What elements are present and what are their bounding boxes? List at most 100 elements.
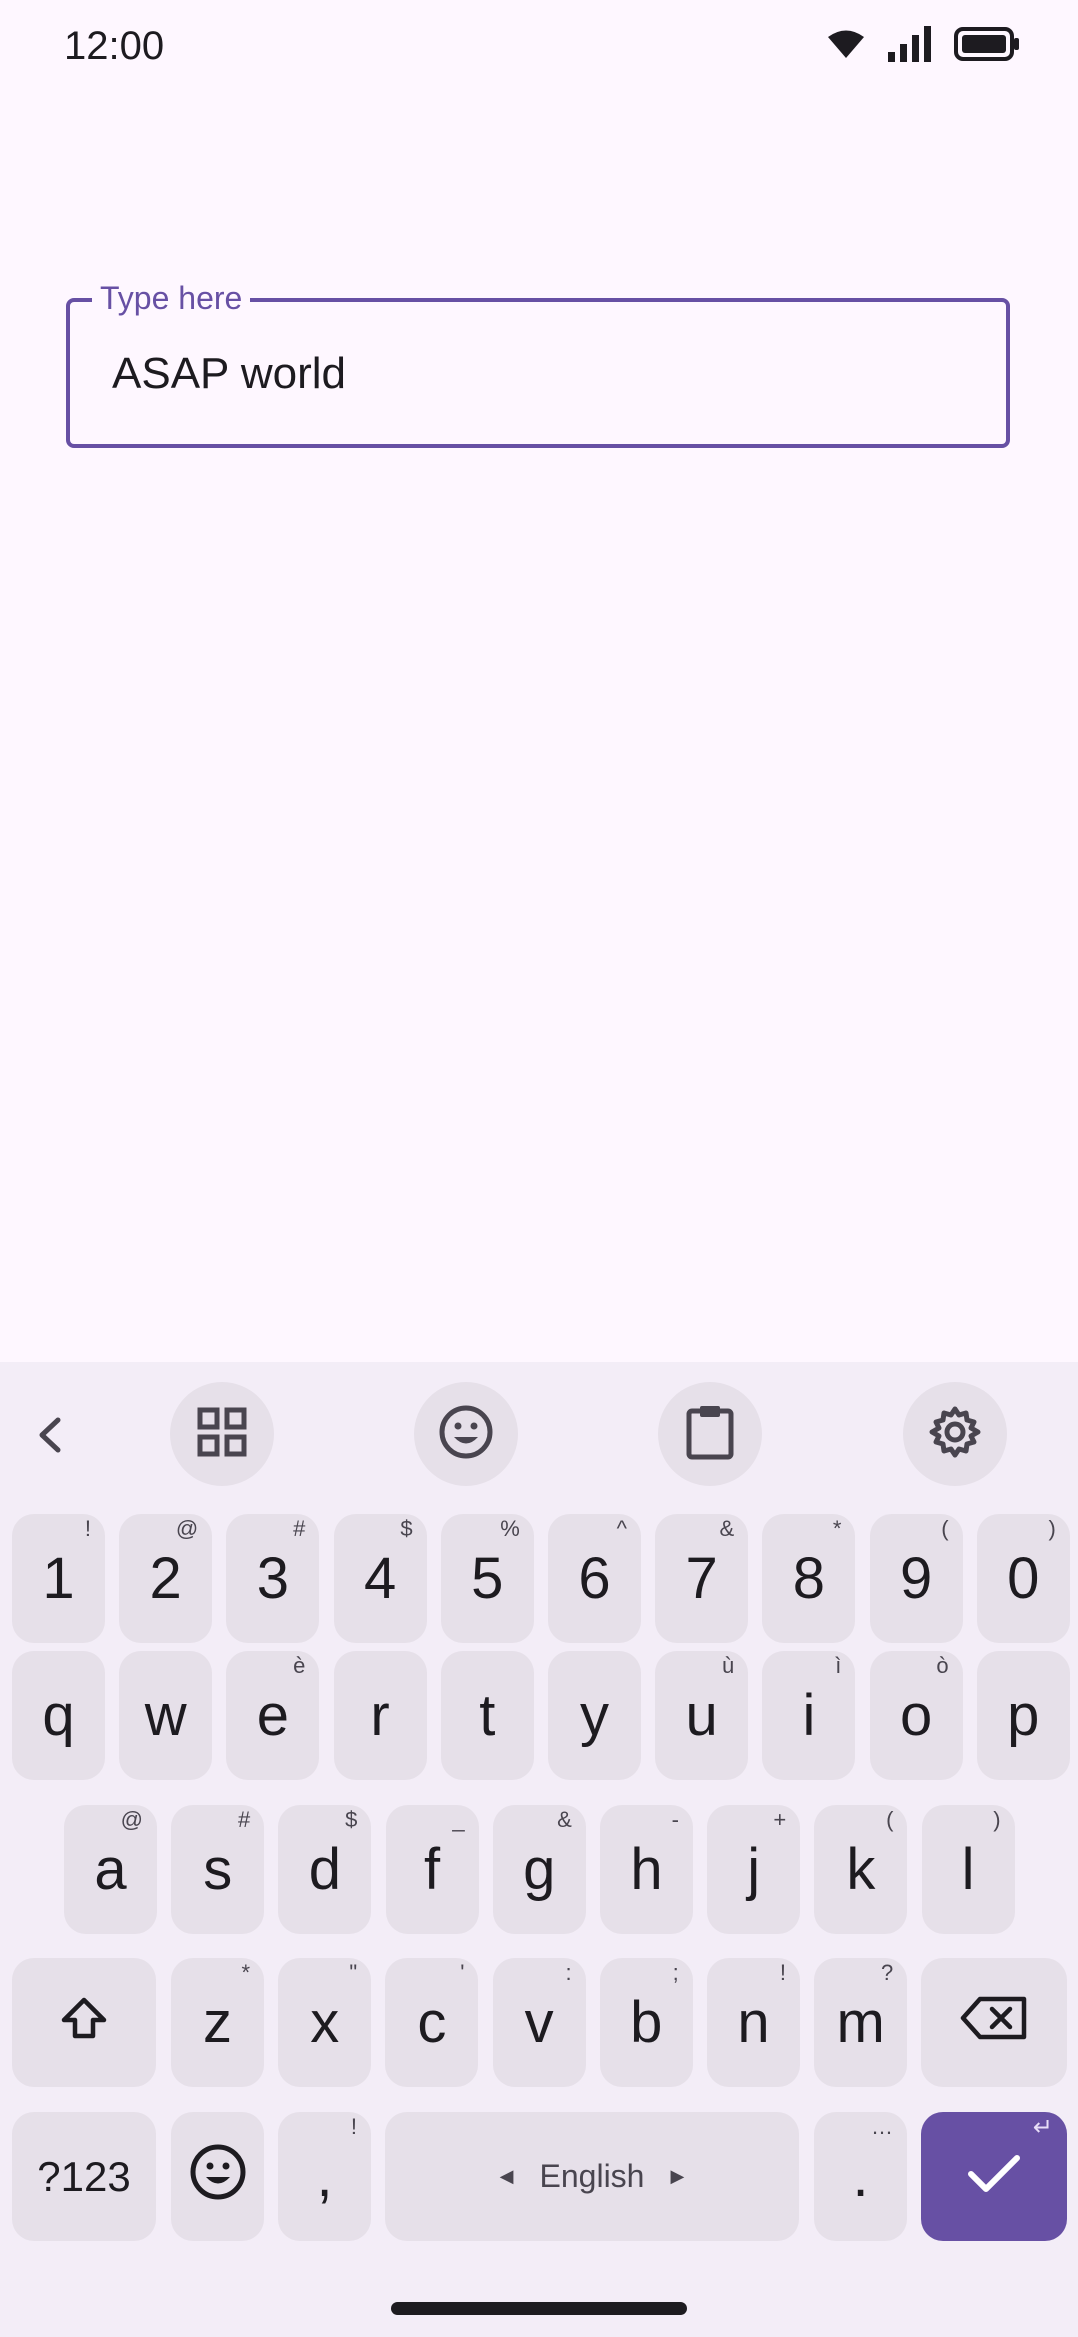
key-5[interactable]: 5%	[440, 1514, 534, 1643]
key-g[interactable]: g &	[492, 1805, 586, 1934]
key-label: 8	[792, 1545, 826, 1611]
key-label: g	[523, 1836, 556, 1902]
key-s[interactable]: s #	[171, 1805, 265, 1934]
enter-key-hint: ↵	[1032, 2114, 1053, 2141]
key-l[interactable]: l)	[921, 1805, 1015, 1934]
key-label: 6	[578, 1545, 611, 1611]
key-4[interactable]: 4 $	[333, 1514, 427, 1643]
key-k[interactable]: k(	[814, 1805, 908, 1934]
shift-key[interactable]	[12, 1958, 156, 2087]
key-hint: $	[345, 1807, 358, 1832]
key-u[interactable]: uù	[655, 1651, 749, 1780]
key-o[interactable]: oò	[869, 1651, 963, 1780]
comma-key[interactable]: , !	[278, 2112, 371, 2241]
home-indicator[interactable]	[391, 2302, 687, 2315]
key-label: v	[524, 1989, 554, 2055]
settings-button[interactable]	[903, 1382, 1007, 1486]
key-hint: ò	[936, 1653, 949, 1678]
wifi-icon	[826, 28, 866, 60]
check-icon	[966, 2143, 1022, 2210]
symbols-key-label: ?123	[37, 2152, 131, 2200]
key-q[interactable]: q	[12, 1651, 105, 1780]
emoji-toolbar-button[interactable]	[414, 1382, 518, 1486]
key-c[interactable]: c '	[385, 1958, 479, 2087]
arrow-right-small-icon: ▶	[670, 2166, 685, 2186]
shift-icon	[60, 1996, 108, 2050]
clipboard-icon	[684, 1403, 736, 1466]
key-r[interactable]: r	[333, 1651, 427, 1780]
key-label: 0	[1007, 1545, 1040, 1611]
clipboard-button[interactable]	[658, 1382, 762, 1486]
comma-key-hint: !	[350, 2114, 357, 2139]
key-m[interactable]: m?	[814, 1958, 908, 2087]
key-t[interactable]: t	[440, 1651, 534, 1780]
apps-grid-button[interactable]	[170, 1382, 274, 1486]
key-label: x	[310, 1989, 340, 2055]
key-hint: !	[779, 1960, 786, 1985]
key-hint: %	[500, 1516, 520, 1541]
key-9[interactable]: 9(	[869, 1514, 963, 1643]
key-x[interactable]: x "	[278, 1958, 372, 2087]
key-hint: *	[832, 1516, 842, 1541]
key-label: e	[256, 1682, 290, 1748]
keyboard: ?123 , ! ◀ English ▶ . … ↵ 1! 2 @3 #4 $5% 6 ^ 7…	[0, 1362, 1078, 2337]
key-w[interactable]: w	[119, 1651, 213, 1780]
key-n[interactable]: n!	[707, 1958, 800, 2087]
text-input-field[interactable]: Type here ASAP world	[66, 278, 1010, 448]
key-hint: ^	[616, 1516, 627, 1541]
key-v[interactable]: v:	[492, 1958, 586, 2087]
key-b[interactable]: b;	[599, 1958, 693, 2087]
key-hint: (	[886, 1807, 894, 1832]
key-hint: "	[349, 1960, 358, 1985]
key-e[interactable]: eè	[226, 1651, 320, 1780]
key-y[interactable]: y	[548, 1651, 641, 1780]
gear-icon	[928, 1405, 982, 1464]
comma-key-label: ,	[316, 2143, 333, 2209]
space-key[interactable]: ◀ English ▶	[385, 2112, 799, 2241]
key-j[interactable]: j +	[707, 1805, 801, 1934]
key-label: 4	[363, 1545, 397, 1611]
key-label: u	[685, 1682, 718, 1748]
key-label: 9	[899, 1545, 933, 1611]
arrow-left-small-icon: ◀	[499, 2166, 514, 2186]
key-hint: ù	[721, 1653, 735, 1678]
period-key-hint: …	[871, 2114, 893, 2139]
key-1[interactable]: 1!	[12, 1514, 105, 1643]
key-label: z	[203, 1989, 232, 2055]
field-label: Type here	[92, 278, 251, 318]
key-a[interactable]: a @	[64, 1805, 157, 1934]
key-label: t	[479, 1682, 496, 1748]
key-hint: ?	[880, 1960, 894, 1985]
enter-key[interactable]: ↵	[921, 2112, 1067, 2241]
key-8[interactable]: 8 *	[762, 1514, 856, 1643]
key-h[interactable]: h-	[600, 1805, 693, 1934]
key-p[interactable]: p	[976, 1651, 1070, 1780]
key-label: 7	[685, 1545, 718, 1611]
key-z[interactable]: z *	[171, 1958, 264, 2087]
emoji-key[interactable]	[171, 2112, 264, 2241]
key-7[interactable]: 7 &	[655, 1514, 749, 1643]
key-hint: #	[237, 1807, 251, 1832]
key-label: 5	[471, 1545, 504, 1611]
period-key[interactable]: . …	[814, 2112, 907, 2241]
chevron-left-icon[interactable]	[26, 1410, 76, 1460]
key-0[interactable]: 0)	[976, 1514, 1070, 1643]
key-hint: :	[565, 1960, 572, 1985]
key-label: y	[580, 1682, 609, 1748]
emoji-key-icon	[189, 2143, 247, 2211]
backspace-key[interactable]	[921, 1958, 1067, 2087]
key-2[interactable]: 2 @	[119, 1514, 213, 1643]
key-3[interactable]: 3 #	[226, 1514, 320, 1643]
field-value[interactable]: ASAP world	[112, 348, 346, 400]
key-label: 2	[149, 1545, 182, 1611]
key-hint: #	[293, 1516, 306, 1541]
key-label: c	[417, 1989, 447, 2055]
key-i[interactable]: iì	[762, 1651, 856, 1780]
period-key-label: .	[852, 2143, 869, 2209]
key-label: q	[42, 1682, 75, 1748]
key-f[interactable]: f _	[385, 1805, 479, 1934]
key-d[interactable]: d $	[278, 1805, 372, 1934]
key-6[interactable]: 6 ^	[548, 1514, 641, 1643]
symbols-key[interactable]: ?123	[12, 2112, 156, 2241]
key-label: b	[630, 1989, 663, 2055]
